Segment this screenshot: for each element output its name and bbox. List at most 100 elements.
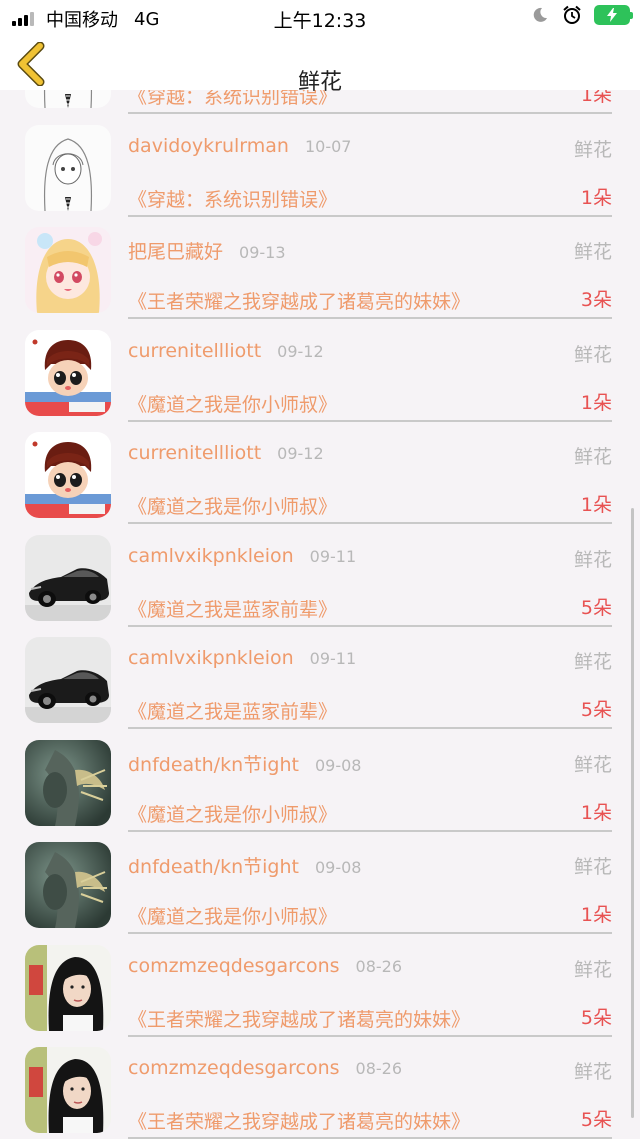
avatar-image <box>25 637 111 723</box>
gift-type: 鲜花 <box>573 446 612 468</box>
avatar-image <box>25 329 111 416</box>
gift-date: 09-08 <box>314 858 362 877</box>
gift-type: 鲜花 <box>573 241 612 263</box>
book-title[interactable]: 《魔道之我是蓝家前辈》 <box>128 595 337 622</box>
gift-count: 5朵 <box>580 1006 612 1029</box>
username-text: dnfdeath/kn节ight <box>128 753 299 776</box>
avatar[interactable] <box>25 227 111 313</box>
gift-date: 09-12 <box>277 444 324 463</box>
username: comzmzeqdesgarcons 08-26 <box>128 955 402 977</box>
gift-date: 08-26 <box>355 1059 403 1078</box>
gift-count: 1朵 <box>580 186 612 209</box>
alarm-clock-icon <box>563 5 581 24</box>
username-text: comzmzeqdesgarcons <box>128 954 340 977</box>
list-item-4[interactable]: currenitellliott 09-12 鲜花 《魔道之我是你小师叔》 1朵 <box>0 422 640 525</box>
avatar[interactable] <box>25 124 111 211</box>
username-text: camlvxikpnkleion <box>128 647 294 669</box>
username-text: camlvxikpnkleion <box>128 544 294 567</box>
gift-count: 1朵 <box>580 391 612 414</box>
avatar[interactable] <box>25 944 111 1031</box>
list-item-1[interactable]: davidoykrulrman 10-07 鲜花 《穿越：系统识别错误》 1朵 <box>0 115 640 218</box>
gift-date: 09-11 <box>309 649 357 668</box>
list-item-7[interactable]: dnfdeath/kn节ight 09-08 鲜花 《魔道之我是你小师叔》 1朵 <box>0 730 640 833</box>
avatar[interactable] <box>25 432 111 518</box>
username-text: currenitellliott <box>128 339 262 362</box>
username: comzmzeqdesgarcons 08-26 <box>128 1057 402 1079</box>
avatar[interactable] <box>25 534 111 621</box>
avatar[interactable] <box>25 1047 111 1133</box>
list-item-8[interactable]: dnfdeath/kn节ight 09-08 鲜花 《魔道之我是你小师叔》 1朵 <box>0 832 640 935</box>
avatar[interactable] <box>25 637 111 723</box>
username: camlvxikpnkleion 09-11 <box>128 545 356 567</box>
gift-list-inner: davidoykrulrman 10-07 鲜花 《穿越：系统识别错误》 1朵 d… <box>0 90 640 1139</box>
username: currenitellliott 09-12 <box>128 442 324 464</box>
list-item-9[interactable]: comzmzeqdesgarcons 08-26 鲜花 《王者荣耀之我穿越成了诸葛… <box>0 935 640 1038</box>
scrollbar[interactable] <box>631 508 634 1118</box>
gift-type: 鲜花 <box>573 958 612 981</box>
list-item-5[interactable]: camlvxikpnkleion 09-11 鲜花 《魔道之我是蓝家前辈》 5朵 <box>0 525 640 628</box>
username: dnfdeath/kn节ight 09-08 <box>128 750 361 777</box>
book-title[interactable]: 《王者荣耀之我穿越成了诸葛亮的妹妹》 <box>128 1107 470 1134</box>
gift-date: 09-11 <box>309 546 357 566</box>
avatar-image <box>25 227 111 313</box>
list-item-10[interactable]: comzmzeqdesgarcons 08-26 鲜花 《王者荣耀之我穿越成了诸葛… <box>0 1037 640 1139</box>
gift-type: 鲜花 <box>573 651 612 673</box>
gift-type: 鲜花 <box>573 343 612 366</box>
username: davidoykrulrman 10-07 <box>128 135 351 157</box>
book-title[interactable]: 《魔道之我是你小师叔》 <box>128 390 337 417</box>
gift-date: 10-07 <box>304 136 352 156</box>
username: dnfdeath/kn节ight 09-08 <box>128 852 361 879</box>
avatar-image <box>25 739 111 826</box>
gift-date: 09-13 <box>239 243 286 262</box>
moon-icon <box>533 7 547 22</box>
avatar[interactable] <box>25 739 111 826</box>
username-text: 把尾巴藏好 <box>128 241 224 263</box>
username-text: davidoykrulrman <box>128 134 289 157</box>
username-text: comzmzeqdesgarcons <box>128 1057 340 1079</box>
status-bar: 中国移动 4G 上午12:33 <box>0 0 640 34</box>
list-item-3[interactable]: currenitellliott 09-12 鲜花 《魔道之我是你小师叔》 1朵 <box>0 320 640 423</box>
username: camlvxikpnkleion 09-11 <box>128 647 356 669</box>
gift-count: 1朵 <box>580 904 612 926</box>
gift-type: 鲜花 <box>573 548 612 571</box>
gift-type: 鲜花 <box>573 753 612 776</box>
username: 把尾巴藏好 09-13 <box>128 237 286 264</box>
username-text: currenitellliott <box>128 442 262 464</box>
book-title[interactable]: 《魔道之我是你小师叔》 <box>128 902 337 929</box>
avatar-image <box>25 432 111 518</box>
gift-date: 08-26 <box>355 956 403 976</box>
list-item-6[interactable]: camlvxikpnkleion 09-11 鲜花 《魔道之我是蓝家前辈》 5朵 <box>0 627 640 730</box>
gift-date: 09-08 <box>314 755 362 775</box>
avatar-image <box>25 124 111 211</box>
book-title[interactable]: 《魔道之我是你小师叔》 <box>128 492 337 519</box>
gift-count: 3朵 <box>580 289 612 311</box>
gift-date: 09-12 <box>277 341 324 361</box>
avatar[interactable] <box>25 329 111 416</box>
gift-count: 1朵 <box>580 801 612 824</box>
battery-icon <box>594 5 633 25</box>
book-title[interactable]: 《王者荣耀之我穿越成了诸葛亮的妹妹》 <box>128 1005 470 1032</box>
username: currenitellliott 09-12 <box>128 340 324 362</box>
avatar-image <box>25 534 111 621</box>
page-title: 鲜花 <box>297 70 342 95</box>
avatar-image <box>25 842 111 928</box>
book-title[interactable]: 《魔道之我是你小师叔》 <box>128 800 337 827</box>
gift-count: 5朵 <box>580 596 612 619</box>
status-right <box>532 5 633 25</box>
book-title[interactable]: 《穿越：系统识别错误》 <box>128 185 337 212</box>
book-title[interactable]: 《魔道之我是蓝家前辈》 <box>128 697 337 724</box>
gift-count: 1朵 <box>580 494 612 516</box>
charging-bolt-icon <box>607 8 617 22</box>
book-title[interactable]: 《王者荣耀之我穿越成了诸葛亮的妹妹》 <box>128 287 470 314</box>
nav-bar: 鲜花 <box>0 34 640 95</box>
avatar[interactable] <box>25 842 111 928</box>
gift-type: 鲜花 <box>573 138 612 161</box>
avatar-image <box>25 944 111 1031</box>
gift-type: 鲜花 <box>573 856 612 878</box>
list-item-2[interactable]: 把尾巴藏好 09-13 鲜花 《王者荣耀之我穿越成了诸葛亮的妹妹》 3朵 <box>0 217 640 320</box>
gift-count: 5朵 <box>580 1109 612 1131</box>
avatar-image <box>25 1047 111 1133</box>
username-text: dnfdeath/kn节ight <box>128 856 299 878</box>
gift-count: 5朵 <box>580 699 612 721</box>
gift-list[interactable]: davidoykrulrman 10-07 鲜花 《穿越：系统识别错误》 1朵 d… <box>0 90 640 1139</box>
